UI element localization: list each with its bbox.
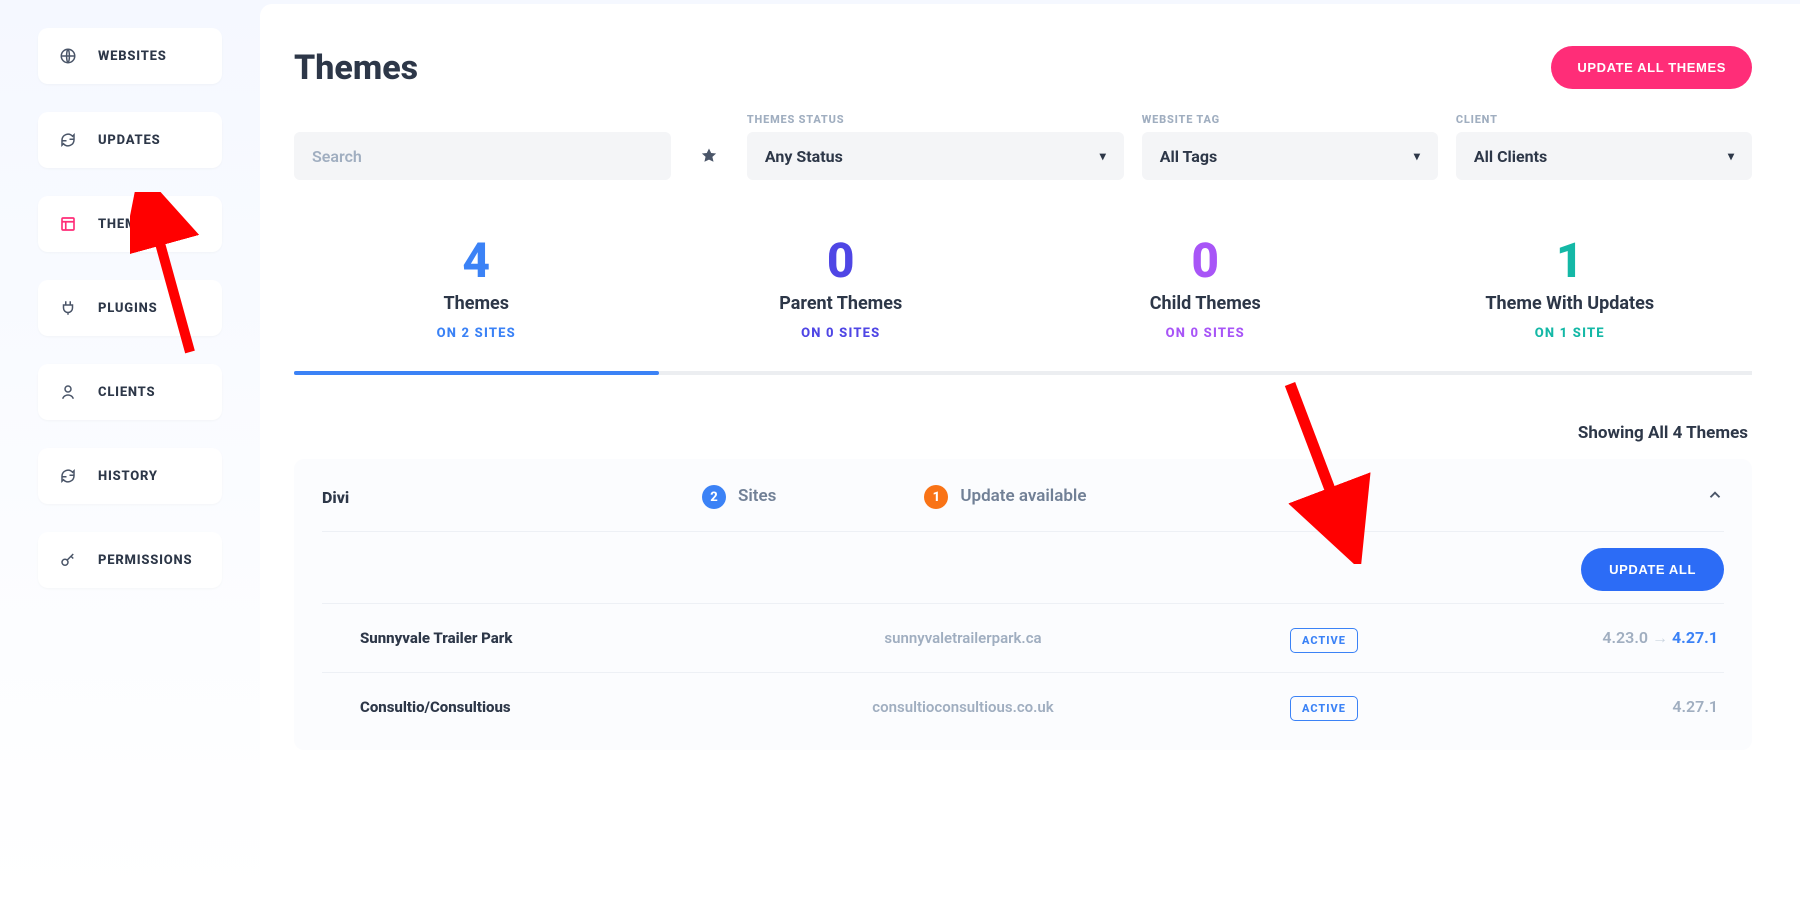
globe-icon — [58, 46, 78, 66]
stat-num: 0 — [1033, 232, 1378, 289]
key-icon — [58, 550, 78, 570]
sidebar-item-label: THEMES — [98, 217, 154, 232]
sidebar-item-websites[interactable]: WEBSITES — [38, 28, 222, 84]
active-indicator — [294, 371, 659, 375]
stats-row: 4 Themes ON 2 SITES 0 Parent Themes ON 0… — [294, 214, 1752, 375]
updates-label: Update available — [960, 486, 1086, 506]
version-cell: 4.27.1 — [1424, 697, 1724, 716]
chevron-down-icon: ▾ — [1728, 149, 1734, 163]
sidebar-item-label: HISTORY — [98, 469, 158, 484]
stat-num: 4 — [304, 232, 649, 289]
site-name: Sunnyvale Trailer Park — [322, 629, 702, 647]
stat-label: Child Themes — [1033, 293, 1378, 314]
sidebar-item-label: PERMISSIONS — [98, 553, 192, 568]
showing-count: Showing All 4 Themes — [298, 423, 1748, 443]
client-value: All Clients — [1474, 147, 1547, 166]
chevron-down-icon: ▾ — [1100, 149, 1106, 163]
sidebar-item-plugins[interactable]: PLUGINS — [38, 280, 222, 336]
sidebar-item-updates[interactable]: UPDATES — [38, 112, 222, 168]
stat-parent-themes[interactable]: 0 Parent Themes ON 0 SITES — [659, 214, 1024, 371]
stat-label: Parent Themes — [669, 293, 1014, 314]
person-icon — [58, 382, 78, 402]
site-host: sunnyvaletrailerpark.ca — [702, 629, 1224, 647]
stat-sub: ON 2 SITES — [304, 326, 649, 341]
refresh-icon — [58, 466, 78, 486]
status-select[interactable]: Any Status ▾ — [747, 132, 1124, 180]
sidebar-item-history[interactable]: HISTORY — [38, 448, 222, 504]
stat-label: Theme With Updates — [1398, 293, 1743, 314]
stat-updates[interactable]: 1 Theme With Updates ON 1 SITE — [1388, 214, 1753, 371]
sidebar-item-label: PLUGINS — [98, 301, 157, 316]
status-badge: ACTIVE — [1290, 696, 1358, 721]
updates-count-badge: 1 — [924, 485, 948, 509]
version-cell: 4.23.0→4.27.1 — [1424, 628, 1724, 648]
plug-icon — [58, 298, 78, 318]
filter-client-label: CLIENT — [1456, 113, 1752, 126]
tag-select[interactable]: All Tags ▾ — [1142, 132, 1438, 180]
filter-status-label: THEMES STATUS — [747, 113, 1124, 126]
stat-num: 1 — [1398, 232, 1743, 289]
page-title: Themes — [294, 48, 418, 88]
stat-label: Themes — [304, 293, 649, 314]
filters: Search THEMES STATUS Any Status ▾ WEBSIT… — [294, 113, 1752, 180]
status-badge: ACTIVE — [1290, 628, 1358, 653]
theme-panel: Divi 2 Sites 1 Update available UPDATE — [294, 459, 1752, 750]
main-content: Themes UPDATE ALL THEMES Search THEMES S… — [260, 4, 1800, 900]
update-all-button[interactable]: UPDATE ALL — [1581, 548, 1724, 591]
panel-header[interactable]: Divi 2 Sites 1 Update available — [322, 485, 1724, 532]
sidebar-item-clients[interactable]: CLIENTS — [38, 364, 222, 420]
collapse-toggle[interactable] — [1706, 486, 1724, 508]
stat-sub: ON 0 SITES — [669, 326, 1014, 341]
stat-child-themes[interactable]: 0 Child Themes ON 0 SITES — [1023, 214, 1388, 371]
filter-tag-label: WEBSITE TAG — [1142, 113, 1438, 126]
chevron-down-icon: ▾ — [1414, 149, 1420, 163]
status-value: Any Status — [765, 147, 843, 166]
search-placeholder: Search — [312, 147, 362, 166]
stat-sub: ON 0 SITES — [1033, 326, 1378, 341]
stat-num: 0 — [669, 232, 1014, 289]
site-host: consultioconsultious.co.uk — [702, 698, 1224, 716]
sites-count-badge: 2 — [702, 485, 726, 509]
refresh-icon — [58, 130, 78, 150]
site-row[interactable]: Consultio/Consultiousconsultioconsultiou… — [322, 673, 1724, 740]
search-input[interactable]: Search — [294, 132, 671, 180]
stat-sub: ON 1 SITE — [1398, 326, 1743, 341]
update-all-themes-button[interactable]: UPDATE ALL THEMES — [1551, 46, 1752, 89]
sidebar-item-label: CLIENTS — [98, 385, 155, 400]
stat-themes[interactable]: 4 Themes ON 2 SITES — [294, 214, 659, 371]
sidebar: WEBSITES UPDATES THEMES PLUGINS CLIENTS — [0, 0, 260, 900]
client-select[interactable]: All Clients ▾ — [1456, 132, 1752, 180]
sidebar-item-label: UPDATES — [98, 133, 160, 148]
sidebar-item-label: WEBSITES — [98, 49, 167, 64]
sites-label: Sites — [738, 486, 776, 506]
site-name: Consultio/Consultious — [322, 698, 702, 716]
theme-icon — [58, 214, 78, 234]
sidebar-item-permissions[interactable]: PERMISSIONS — [38, 532, 222, 588]
sidebar-item-themes[interactable]: THEMES — [38, 196, 222, 252]
site-row[interactable]: Sunnyvale Trailer Parksunnyvaletrailerpa… — [322, 604, 1724, 673]
site-status: ACTIVE — [1224, 629, 1424, 648]
site-status: ACTIVE — [1224, 697, 1424, 716]
favorite-star-icon[interactable] — [689, 132, 729, 180]
theme-name: Divi — [322, 488, 702, 507]
tag-value: All Tags — [1160, 147, 1217, 166]
